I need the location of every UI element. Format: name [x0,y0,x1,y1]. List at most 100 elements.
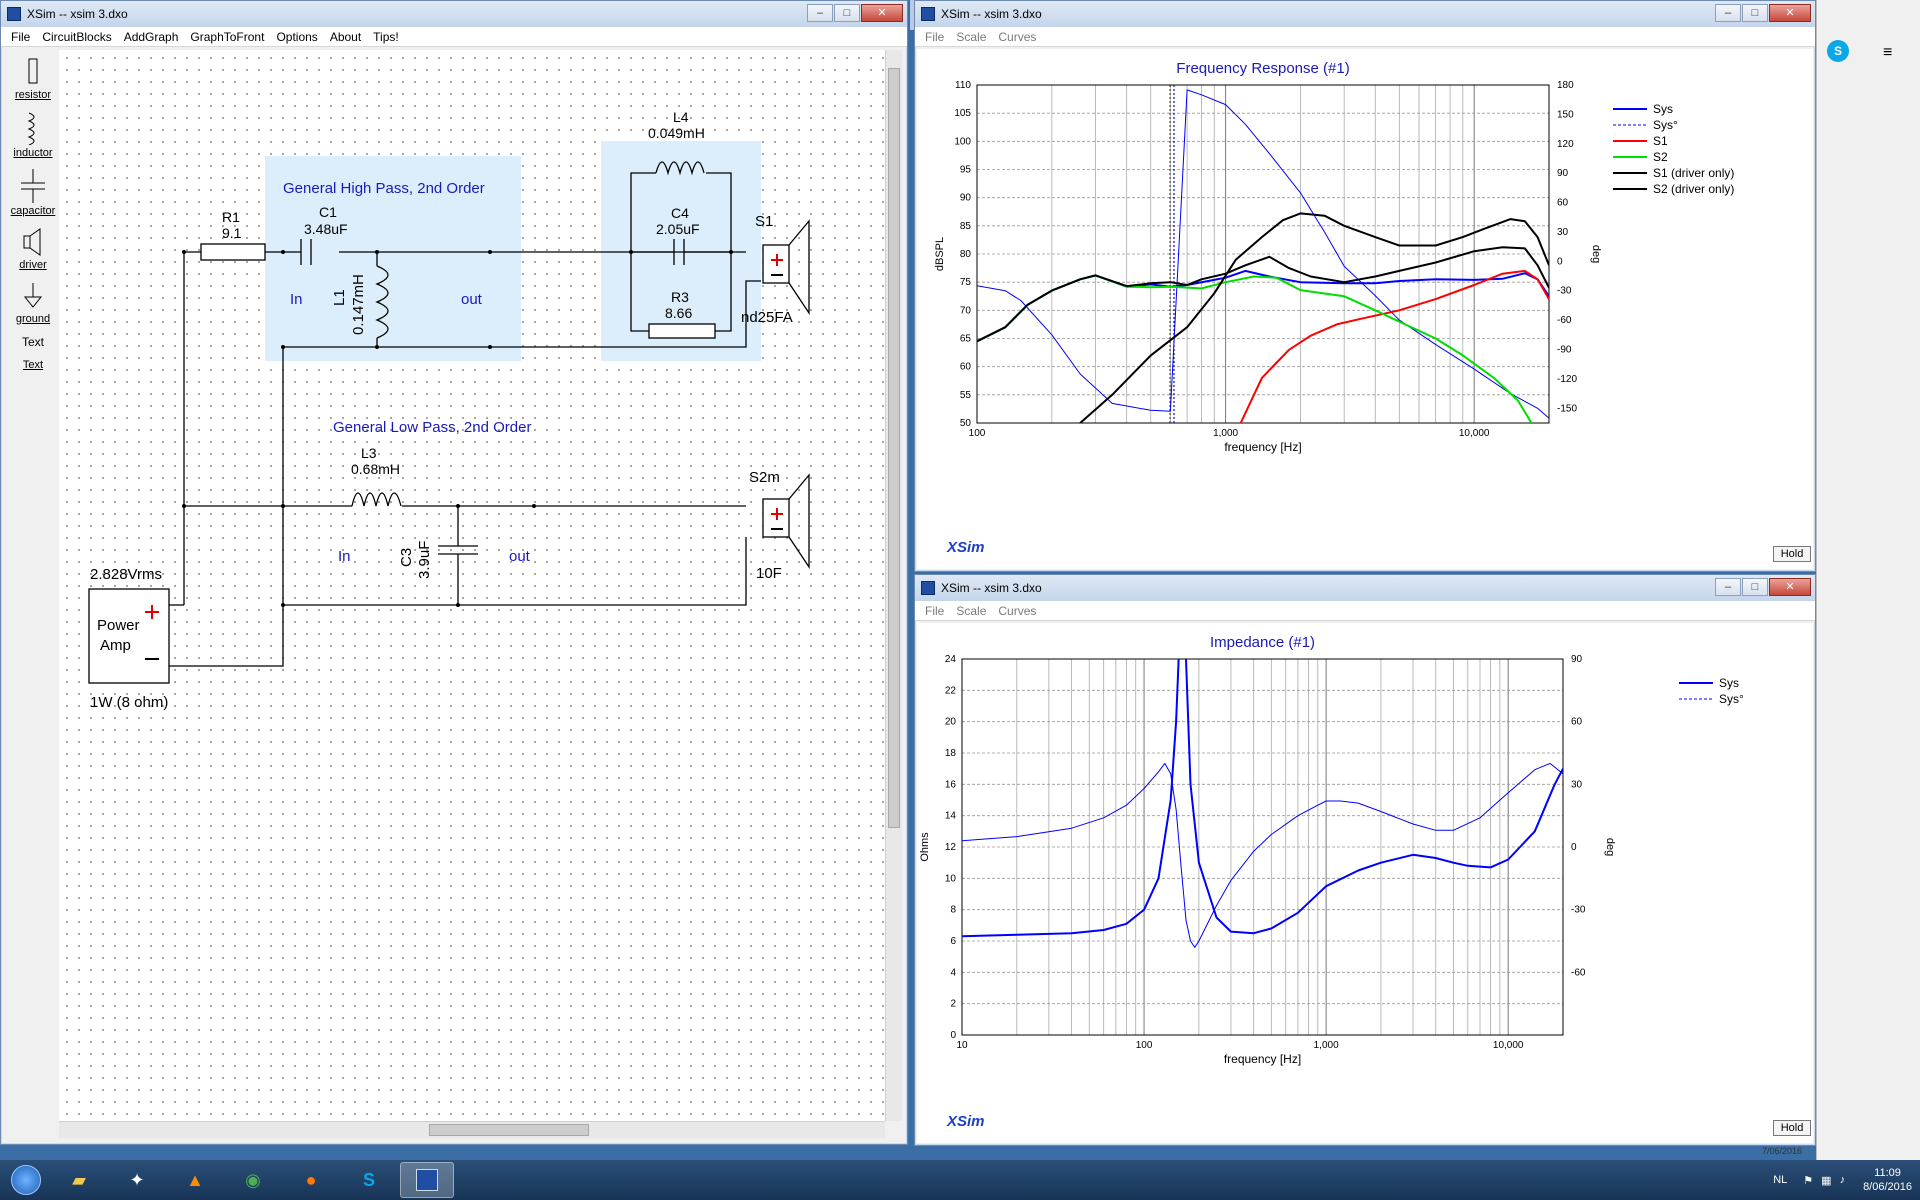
fr-menu-curves[interactable]: Curves [992,30,1042,44]
menu-options[interactable]: Options [270,30,323,44]
minimize-button[interactable]: – [807,4,833,22]
tool-resistor[interactable]: resistor [9,57,57,101]
x-tick-label: 1,000 [1213,428,1238,439]
xsim-logo: XSim [947,1113,985,1130]
tool-driver[interactable]: driver [9,227,57,271]
skype-icon[interactable]: S [1827,40,1849,62]
y-tick-label: 75 [960,277,972,288]
y-tick-label: 55 [960,390,972,401]
y-tick-label: 18 [945,748,957,759]
c1-value: 3.48uF [304,221,348,237]
circuit-canvas[interactable]: General High Pass, 2nd Order General Low… [59,50,885,1121]
clock[interactable]: 11:09 8/06/2016 [1863,1166,1912,1194]
menu-file[interactable]: File [5,30,36,44]
y2-tick-label: 60 [1557,198,1569,209]
y-tick-label: 16 [945,779,957,790]
z-menubar: File Scale Curves [915,601,1815,621]
taskbar-alien-app[interactable]: ✦ [110,1162,164,1198]
z-plot-area[interactable]: 0 2 4 6 8 10 12 14 16 18 20 22 24 -60 -30 0 30 60 90 10 100 1… [917,623,1813,1143]
tool-capacitor[interactable]: capacitor [9,169,57,217]
background-date: 7/06/2016 [1762,1146,1803,1156]
language-indicator[interactable]: NL [1773,1174,1787,1186]
c1-label[interactable]: C1 [319,204,337,220]
l1-value: 0.147mH [350,274,367,335]
fr-menu-file[interactable]: File [919,30,950,44]
close-button[interactable]: ✕ [861,4,903,22]
c3-label[interactable]: C3 [398,548,415,567]
menu-addgraph[interactable]: AddGraph [118,30,185,44]
z-menu-file[interactable]: File [919,604,950,618]
tool-text-plain[interactable]: Text [9,335,57,349]
series-line-5 [977,246,1549,343]
tool-text-underlined[interactable]: Text [9,359,57,371]
tool-ground[interactable]: ground [9,281,57,325]
taskbar-firefox[interactable]: ● [284,1162,338,1198]
y-tick-label: 24 [945,654,957,665]
amp-label-2[interactable]: Amp [100,637,131,654]
taskbar-vlc[interactable]: ▲ [168,1162,222,1198]
tool-inductor[interactable]: inductor [9,111,57,159]
close-button[interactable]: ✕ [1769,578,1811,596]
circuit-titlebar[interactable]: XSim -- xsim 3.dxo – □ ✕ [1,1,907,27]
maximize-button[interactable]: □ [1742,4,1768,22]
start-button[interactable] [4,1162,48,1198]
taskbar-skype[interactable]: S [342,1162,396,1198]
xsim-app-icon [7,7,21,21]
z-menu-scale[interactable]: Scale [950,604,992,618]
y2-axis-label: deg [1604,838,1616,856]
maximize-button[interactable]: □ [834,4,860,22]
l4-label[interactable]: L4 [673,109,689,125]
taskbar-explorer[interactable]: ▰ [52,1162,106,1198]
circuit-vertical-scrollbar[interactable] [885,50,902,1121]
z-hold-button[interactable]: Hold [1773,1120,1811,1136]
z-menu-curves[interactable]: Curves [992,604,1042,618]
close-button[interactable]: ✕ [1769,4,1811,22]
l3-label[interactable]: L3 [361,445,377,461]
taskbar-xsim[interactable] [400,1162,454,1198]
c4-label[interactable]: C4 [671,205,689,221]
y2-tick-label: -30 [1571,905,1586,916]
horizontal-scroll-thumb[interactable] [429,1124,589,1136]
clock-time: 11:09 [1874,1167,1901,1179]
legend-label: Sys° [1719,692,1744,706]
l1-label[interactable]: L1 [331,289,348,306]
x-tick-label: 10,000 [1459,428,1490,439]
impedance-window: XSim -- xsim 3.dxo – □ ✕ File Scale Curv… [914,574,1816,1146]
y-tick-label: 80 [960,249,972,260]
s1-label[interactable]: S1 [755,213,773,230]
vertical-scroll-thumb[interactable] [888,68,900,828]
alien-icon: ✦ [129,1169,145,1190]
y-tick-label: 20 [945,717,957,728]
y-tick-label: 14 [945,811,957,822]
c3-value: 3.9uF [416,541,433,579]
menu-tips[interactable]: Tips! [367,30,405,44]
fr-titlebar[interactable]: XSim -- xsim 3.dxo – □ ✕ [915,1,1815,27]
taskbar-chrome[interactable]: ◉ [226,1162,280,1198]
z-titlebar[interactable]: XSim -- xsim 3.dxo – □ ✕ [915,575,1815,601]
menu-circuitblocks[interactable]: CircuitBlocks [36,30,117,44]
amp-label-1[interactable]: Power [97,617,140,634]
minimize-button[interactable]: – [1715,578,1741,596]
z-window-title: XSim -- xsim 3.dxo [941,581,1042,595]
x-tick-label: 10,000 [1493,1040,1524,1051]
frequency-response-window: XSim -- xsim 3.dxo – □ ✕ File Scale Curv… [914,0,1816,572]
minimize-button[interactable]: – [1715,4,1741,22]
menu-graphtofront[interactable]: GraphToFront [184,30,270,44]
x-tick-label: 1,000 [1314,1040,1339,1051]
network-icon[interactable]: ▦ [1821,1174,1831,1187]
fr-menu-scale[interactable]: Scale [950,30,992,44]
menu-about[interactable]: About [324,30,367,44]
background-browser-edge: S ≡ [1816,0,1920,1160]
folder-icon: ▰ [72,1169,86,1190]
menu-icon[interactable]: ≡ [1883,44,1892,62]
volume-icon[interactable]: ♪ [1840,1174,1846,1186]
fr-hold-button[interactable]: Hold [1773,546,1811,562]
flag-icon[interactable]: ⚑ [1803,1174,1813,1187]
r3-label[interactable]: R3 [671,289,689,305]
s2-label[interactable]: S2m [749,469,780,486]
maximize-button[interactable]: □ [1742,578,1768,596]
chart-title: Frequency Response (#1) [1176,60,1349,77]
fr-plot-area[interactable]: 50 55 60 65 70 75 80 85 90 95 100 105 110 -150 -120 -90… [917,49,1813,569]
r1-label[interactable]: R1 [222,209,240,225]
circuit-horizontal-scrollbar[interactable] [59,1121,885,1138]
